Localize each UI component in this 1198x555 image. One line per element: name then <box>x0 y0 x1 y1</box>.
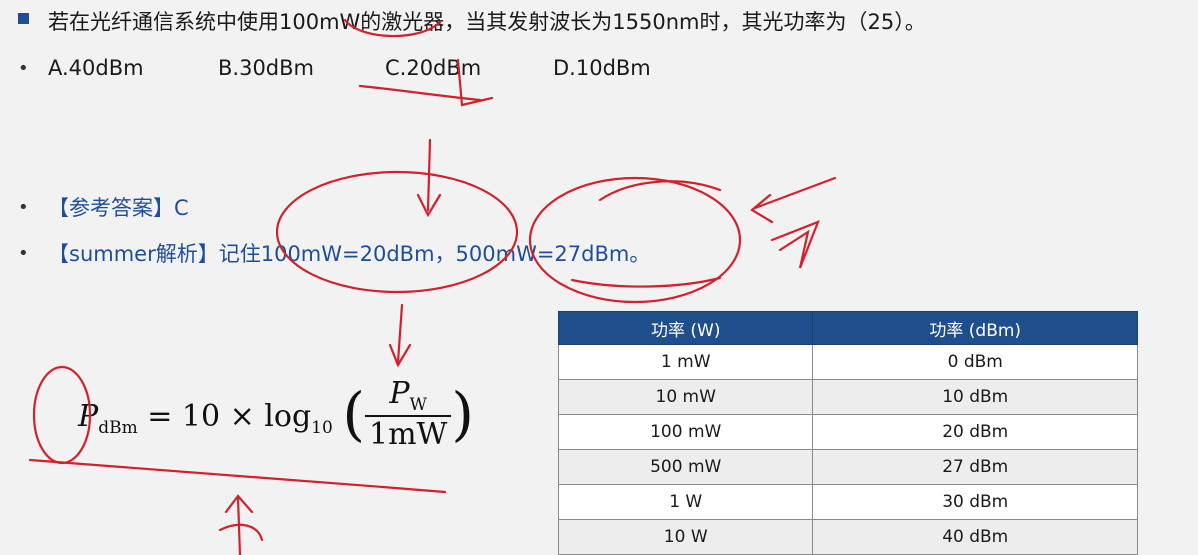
ink-arrow-down <box>388 303 412 368</box>
ink-ellipse-500mw <box>528 176 742 304</box>
ink-stroke <box>218 523 264 542</box>
ink-arrow-down <box>416 138 442 218</box>
ink-circle-top <box>343 18 442 38</box>
handwritten-annotations <box>28 18 837 555</box>
ink-circle-p <box>32 365 92 465</box>
ink-underline-formula <box>28 458 447 494</box>
ink-ellipse-100mw <box>275 170 519 294</box>
ink-star <box>770 220 820 269</box>
ink-stroke <box>598 180 722 202</box>
ink-arrow-left <box>750 176 837 224</box>
ink-stroke <box>570 276 722 288</box>
